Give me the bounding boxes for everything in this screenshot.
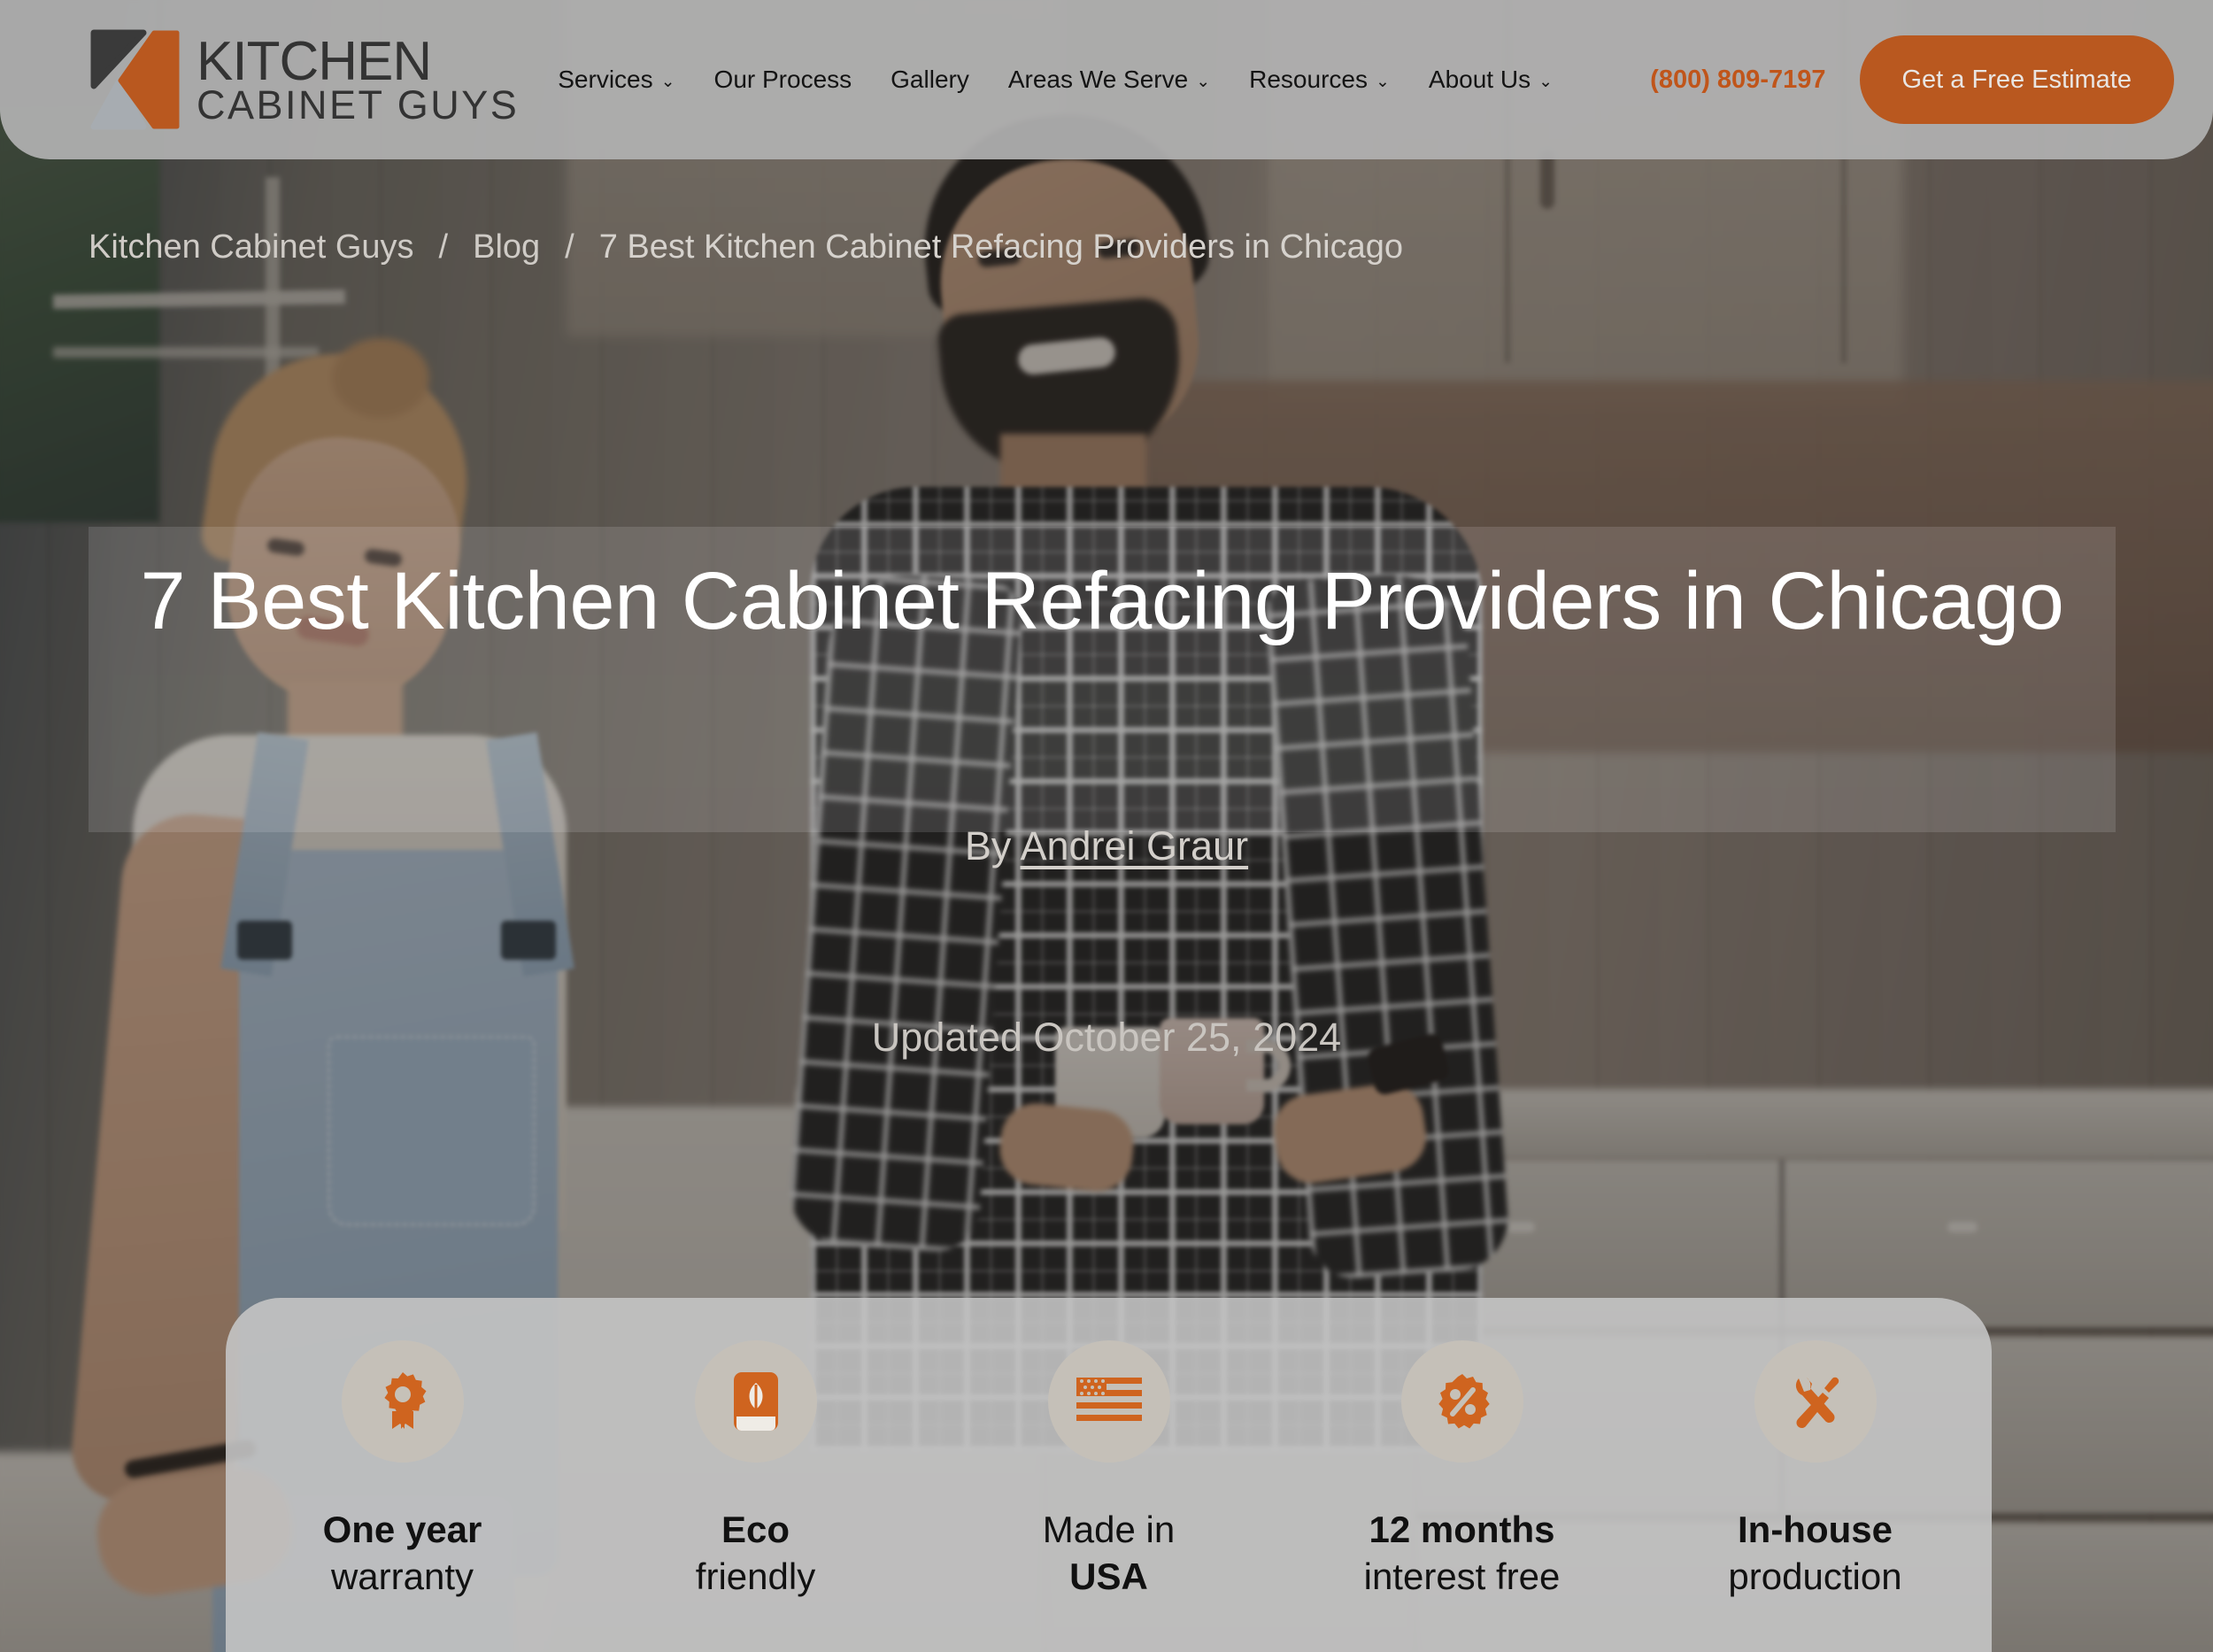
- logo-text-line2: CABINET GUYS: [197, 81, 520, 127]
- nav-item-areas-we-serve[interactable]: Areas We Serve ⌄: [1008, 66, 1210, 94]
- nav-item-gallery[interactable]: Gallery: [891, 66, 969, 94]
- award-ribbon-icon: [341, 1340, 464, 1463]
- badge-12-months-interest-free: 12 months interest free: [1312, 1340, 1613, 1601]
- tools-icon: [1754, 1340, 1877, 1463]
- badge-made-in-usa: Made in USA: [959, 1340, 1260, 1601]
- badge-label-line1: 12 months: [1369, 1509, 1555, 1550]
- nav-item-resources[interactable]: Resources ⌄: [1249, 66, 1390, 94]
- badge-one-year-warranty: One year warranty: [252, 1340, 553, 1601]
- chevron-down-icon: ⌄: [660, 72, 675, 91]
- usa-flag-icon: [1047, 1340, 1170, 1463]
- chevron-down-icon: ⌄: [1196, 72, 1211, 91]
- chevron-down-icon: ⌄: [1375, 72, 1390, 91]
- eco-leaf-icon: [694, 1340, 817, 1463]
- nav-item-about-us[interactable]: About Us ⌄: [1429, 66, 1553, 94]
- breadcrumb-item-blog[interactable]: Blog: [473, 228, 540, 266]
- article-byline: By Andrei Graur: [0, 823, 2213, 869]
- breadcrumb-item-home[interactable]: Kitchen Cabinet Guys: [89, 228, 414, 266]
- badge-label-line1: In-house: [1738, 1509, 1893, 1550]
- logo-mark-icon: [89, 27, 184, 132]
- get-free-estimate-button[interactable]: Get a Free Estimate: [1859, 35, 2174, 124]
- badge-label-line2: interest free: [1363, 1555, 1561, 1597]
- nav-label: Gallery: [891, 66, 969, 93]
- badge-label-line2: production: [1728, 1555, 1902, 1597]
- feature-badges-panel: One year warranty Eco friendly Made in U…: [226, 1298, 1992, 1652]
- nav-label: About Us: [1428, 66, 1531, 93]
- badge-label-line1: One year: [322, 1509, 482, 1550]
- site-logo[interactable]: KITCHEN CABINET GUYS: [89, 27, 519, 132]
- chevron-down-icon: ⌄: [1538, 72, 1553, 91]
- nav-label: Areas We Serve: [1007, 66, 1189, 93]
- percent-badge-icon: [1400, 1340, 1523, 1463]
- badge-eco-friendly: Eco friendly: [605, 1340, 906, 1601]
- phone-number-link[interactable]: (800) 809-7197: [1650, 66, 1825, 95]
- logo-text-line1: KITCHEN: [197, 30, 432, 92]
- nav-item-services[interactable]: Services ⌄: [558, 66, 675, 94]
- badge-label-line1: Eco: [721, 1509, 790, 1550]
- badge-in-house-production: In-house production: [1665, 1340, 1966, 1601]
- nav-label: Resources: [1249, 66, 1368, 93]
- nav-label: Our Process: [713, 66, 852, 93]
- updated-date: Updated October 25, 2024: [871, 1015, 1342, 1060]
- badge-label-line2: USA: [1069, 1555, 1148, 1597]
- breadcrumb: Kitchen Cabinet Guys / Blog / 7 Best Kit…: [89, 228, 1403, 266]
- badge-label-line2: warranty: [330, 1555, 474, 1597]
- badge-label-line1: Made in: [1042, 1509, 1176, 1550]
- nav-item-our-process[interactable]: Our Process: [714, 66, 852, 94]
- byline-prefix: By: [964, 823, 1012, 868]
- page-title: 7 Best Kitchen Cabinet Refacing Provider…: [140, 556, 2064, 646]
- author-link[interactable]: Andrei Graur: [1020, 823, 1248, 868]
- breadcrumb-separator: /: [438, 228, 449, 266]
- nav-label: Services: [558, 66, 653, 93]
- badge-label-line2: friendly: [695, 1555, 816, 1597]
- breadcrumb-separator: /: [565, 228, 574, 266]
- main-navigation: Services ⌄ Our Process Gallery Areas We …: [558, 66, 1650, 94]
- breadcrumb-item-current: 7 Best Kitchen Cabinet Refacing Provider…: [598, 228, 1403, 266]
- site-header: KITCHEN CABINET GUYS Services ⌄ Our Proc…: [0, 0, 2213, 159]
